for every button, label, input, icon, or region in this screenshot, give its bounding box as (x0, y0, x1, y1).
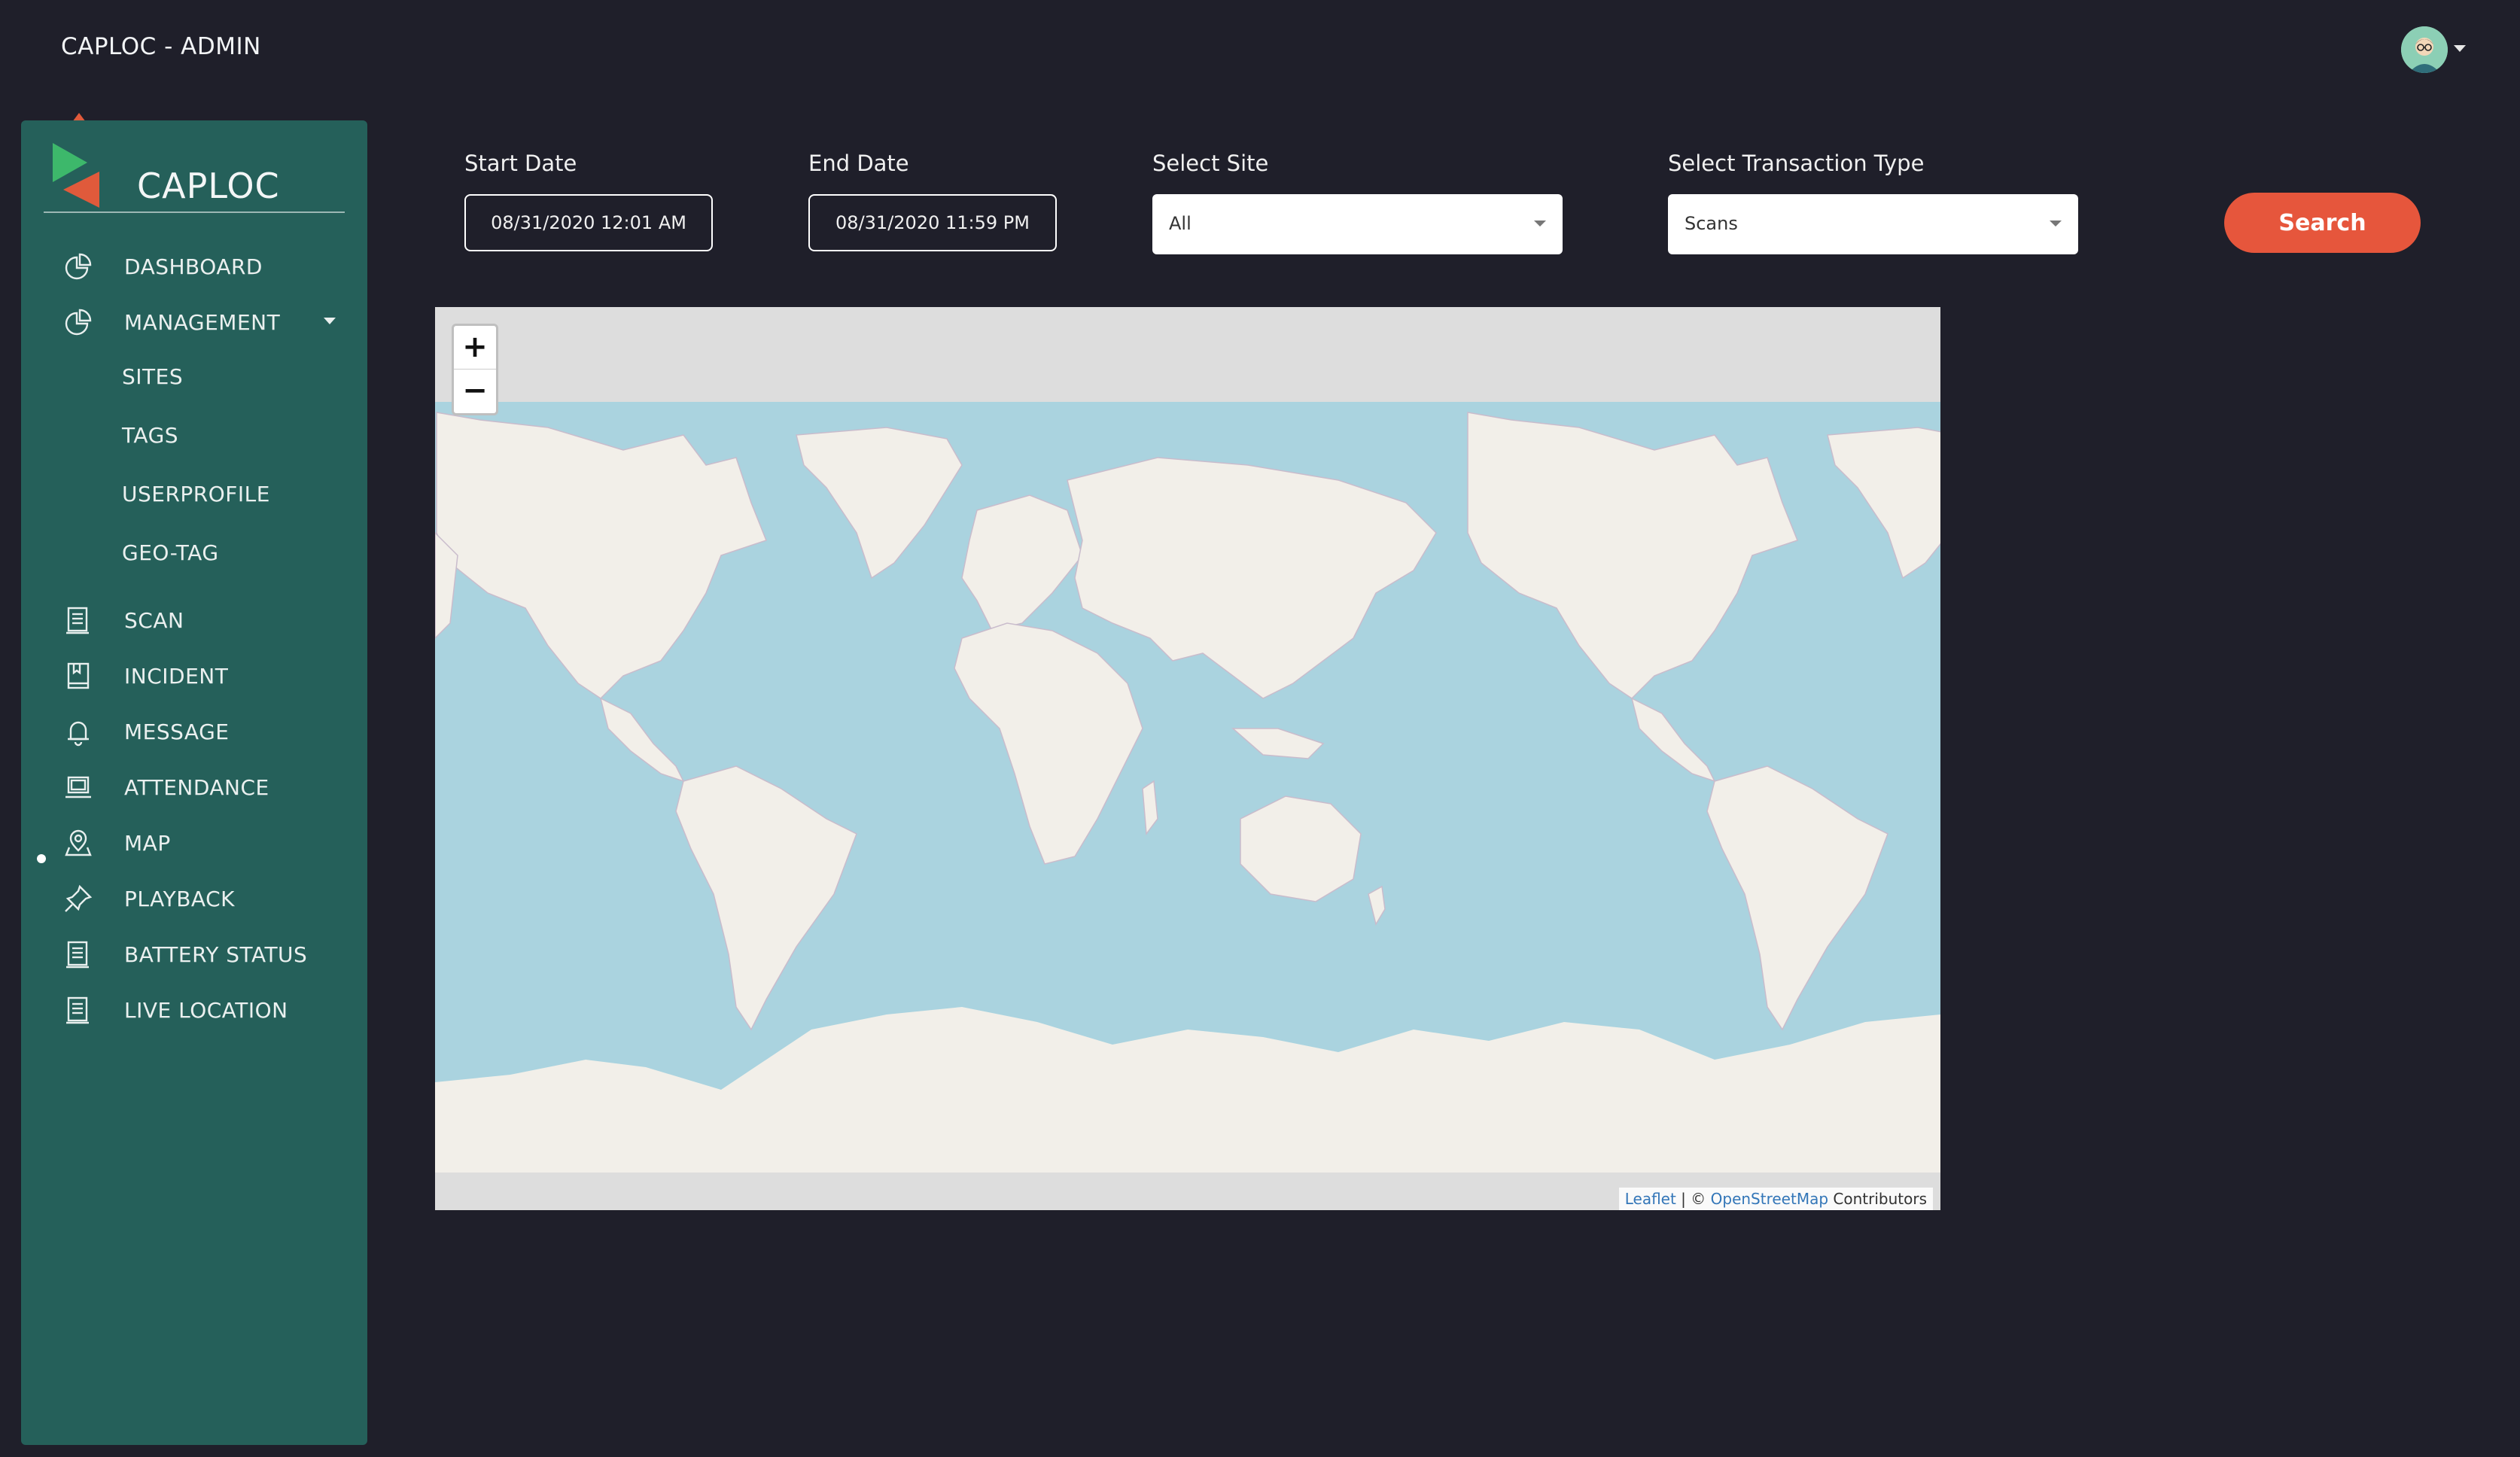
sidebar-item-playback[interactable]: PLAYBACK (21, 876, 367, 918)
sidebar-item-label: LIVE LOCATION (124, 998, 288, 1023)
chevron-down-icon (1534, 221, 1546, 227)
sidebar-item-label: MESSAGE (124, 719, 230, 744)
leaflet-link[interactable]: Leaflet (1625, 1190, 1676, 1208)
sidebar-item-scan[interactable]: SCAN (21, 598, 367, 640)
sidebar-item-label: SCAN (124, 608, 184, 633)
select-transaction-type-dropdown[interactable]: Scans (1668, 194, 2078, 254)
sidebar-subitem-geo-tag[interactable]: GEO-TAG (122, 540, 219, 565)
document-icon (66, 996, 89, 1024)
sidebar-item-label: DASHBOARD (124, 254, 263, 279)
pie-chart-icon (65, 309, 92, 336)
sidebar-item-label: PLAYBACK (124, 887, 235, 911)
active-indicator-dot (37, 854, 46, 863)
sidebar-item-live-location[interactable]: LIVE LOCATION (21, 987, 367, 1030)
sidebar-item-battery-status[interactable]: BATTERY STATUS (21, 932, 367, 974)
sidebar-item-message[interactable]: MESSAGE (21, 709, 367, 751)
sidebar-subitem-sites[interactable]: SITES (122, 364, 183, 389)
sidebar-item-label: INCIDENT (124, 664, 229, 689)
select-site-value: All (1169, 213, 1192, 234)
document-icon (66, 607, 89, 634)
world-map-tiles (435, 307, 1940, 1210)
sidebar-item-label: MAP (124, 831, 171, 856)
end-date-input[interactable]: 08/31/2020 11:59 PM (808, 194, 1057, 251)
sidebar-item-label: MANAGEMENT (124, 310, 281, 335)
sidebar-item-label: BATTERY STATUS (124, 942, 308, 967)
app-title: CAPLOC - ADMIN (61, 33, 261, 60)
select-transaction-type-label: Select Transaction Type (1668, 151, 1925, 176)
brand-name: CAPLOC (137, 166, 280, 206)
zoom-out-button[interactable]: − (454, 370, 496, 413)
sidebar-item-attendance[interactable]: ATTENDANCE (21, 765, 367, 807)
user-menu-caret-icon[interactable] (2454, 45, 2466, 52)
pie-chart-icon (65, 253, 92, 280)
brand-divider (44, 211, 345, 213)
laptop-icon (65, 776, 91, 798)
book-icon (67, 662, 90, 689)
top-bar: CAPLOC - ADMIN (0, 0, 2520, 98)
map-attribution: Leaflet | © OpenStreetMap Contributors (1618, 1188, 1933, 1210)
attribution-contributors: Contributors (1828, 1190, 1927, 1208)
select-site-dropdown[interactable]: All (1152, 194, 1563, 254)
map-pin-icon (65, 829, 92, 856)
sidebar-item-map[interactable]: MAP (21, 820, 367, 862)
sidebar-item-dashboard[interactable]: DASHBOARD (21, 244, 367, 286)
caploc-logo-icon (53, 143, 99, 208)
sidebar-subitem-tags[interactable]: TAGS (122, 423, 178, 448)
end-date-label: End Date (808, 151, 909, 176)
map-zoom-control: + − (452, 324, 498, 415)
sidebar: CAPLOC DASHBOARD MANAGEMENT SITES TAGS U… (21, 120, 367, 1445)
chevron-down-icon (324, 318, 336, 324)
document-icon (66, 941, 89, 969)
start-date-label: Start Date (464, 151, 577, 176)
map-view[interactable]: + − Leaflet | © OpenStreetMap Contributo… (435, 307, 1940, 1210)
select-site-label: Select Site (1152, 151, 1269, 176)
pin-icon (65, 884, 93, 912)
sidebar-item-management[interactable]: MANAGEMENT (21, 300, 367, 342)
start-date-input[interactable]: 08/31/2020 12:01 AM (464, 194, 713, 251)
zoom-in-button[interactable]: + (454, 326, 496, 370)
bell-icon (68, 721, 89, 747)
attribution-separator: | © (1675, 1190, 1711, 1208)
search-button[interactable]: Search (2224, 193, 2421, 253)
sidebar-subitem-userprofile[interactable]: USERPROFILE (122, 482, 270, 506)
sidebar-item-incident[interactable]: INCIDENT (21, 653, 367, 695)
chevron-down-icon (2050, 221, 2062, 227)
user-avatar-icon[interactable] (2401, 26, 2448, 73)
sidebar-item-label: ATTENDANCE (124, 775, 269, 800)
select-transaction-type-value: Scans (1685, 213, 1738, 234)
openstreetmap-link[interactable]: OpenStreetMap (1711, 1190, 1828, 1208)
